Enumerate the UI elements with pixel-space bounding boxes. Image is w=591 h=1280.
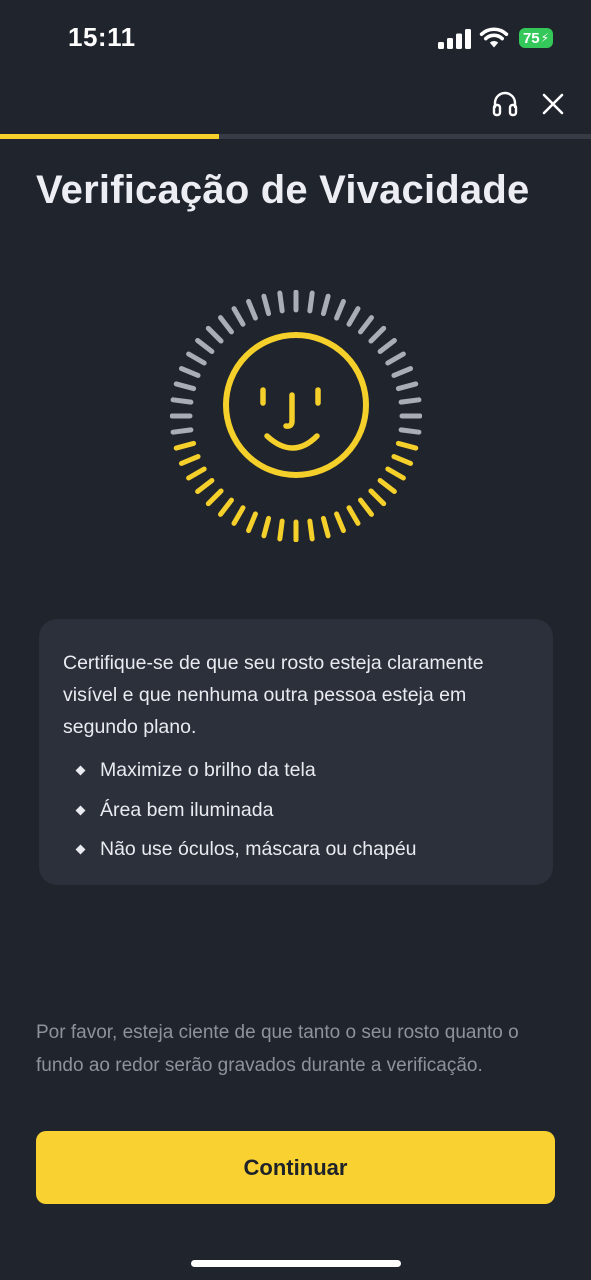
- tick-mark: [205, 325, 224, 344]
- bullet-icon: [75, 765, 86, 776]
- tick-mark: [277, 290, 285, 314]
- tick-mark: [346, 505, 361, 526]
- tick-mark: [261, 293, 272, 317]
- progress-fill: [0, 134, 219, 139]
- tick-mark: [277, 518, 285, 542]
- support-button[interactable]: [489, 88, 521, 120]
- home-indicator: [191, 1260, 401, 1267]
- bullet-icon: [75, 805, 86, 816]
- tick-mark: [320, 293, 331, 317]
- recording-notice: Por favor, esteja ciente de que tanto o …: [36, 1022, 519, 1076]
- tick-mark: [391, 366, 414, 378]
- tick-mark: [358, 315, 374, 335]
- tick-mark: [368, 488, 387, 507]
- tick-mark: [195, 338, 215, 354]
- continue-button[interactable]: Continuar: [36, 1131, 555, 1204]
- tick-mark: [246, 298, 258, 321]
- tick-mark: [391, 454, 414, 466]
- tip-item: Maximize o brilho da tela: [63, 751, 529, 791]
- tick-mark: [231, 505, 246, 526]
- tick-mark: [307, 518, 315, 542]
- tick-mark: [170, 427, 194, 435]
- tick-mark: [173, 440, 197, 451]
- bullet-icon: [75, 844, 86, 855]
- tip-item: Não use óculos, máscara ou chapéu: [63, 830, 529, 870]
- battery-level: 75: [522, 29, 540, 47]
- tick-mark: [377, 338, 397, 354]
- tick-mark: [231, 306, 246, 327]
- liveness-face-graphic: [170, 290, 422, 542]
- status-time: 15:11: [68, 22, 136, 52]
- tip-text: Área bem iluminada: [100, 798, 274, 821]
- tick-mark: [346, 306, 361, 327]
- tick-ring: [170, 290, 422, 542]
- tick-mark: [205, 488, 224, 507]
- header-actions: [489, 88, 569, 120]
- tick-mark: [178, 454, 201, 466]
- instructions-text: Certifique-se de que seu rosto esteja cl…: [63, 652, 484, 738]
- tick-mark: [385, 466, 406, 481]
- tick-mark: [385, 351, 406, 366]
- tick-mark: [368, 325, 387, 344]
- tip-text: Não use óculos, máscara ou chapéu: [100, 838, 417, 861]
- tick-mark: [218, 315, 234, 335]
- close-icon: [542, 93, 564, 115]
- tick-mark: [261, 515, 272, 539]
- instructions-card: Certifique-se de que seu rosto esteja cl…: [39, 619, 553, 885]
- tick-mark: [395, 440, 419, 451]
- tick-mark: [334, 298, 346, 321]
- close-button[interactable]: [537, 88, 569, 120]
- tick-mark: [186, 466, 207, 481]
- wifi-icon: [479, 27, 509, 48]
- tip-text: Maximize o brilho da tela: [100, 759, 316, 782]
- tick-mark: [307, 290, 315, 314]
- tick-mark: [186, 351, 207, 366]
- tick-mark: [395, 381, 419, 392]
- tick-mark: [398, 397, 422, 405]
- tick-mark: [320, 515, 331, 539]
- tick-mark: [398, 427, 422, 435]
- tick-mark: [377, 478, 397, 494]
- cellular-signal-icon: [438, 29, 471, 49]
- tick-mark: [195, 478, 215, 494]
- battery-charging-icon: 75 ⚡: [519, 28, 553, 48]
- status-bar: 15:11 75 ⚡: [0, 0, 591, 80]
- page-title: Verificação de Vivacidade: [36, 168, 530, 212]
- tick-mark: [334, 511, 346, 534]
- tick-mark: [246, 511, 258, 534]
- progress-bar: [0, 134, 591, 139]
- tip-item: Área bem iluminada: [63, 791, 529, 831]
- smiley-face-icon: [223, 332, 369, 478]
- tips-list: Maximize o brilho da tela Área bem ilumi…: [63, 751, 529, 870]
- tick-mark: [178, 366, 201, 378]
- headset-icon: [492, 91, 518, 117]
- tick-mark: [170, 397, 194, 405]
- tick-mark: [358, 497, 374, 517]
- tick-mark: [173, 381, 197, 392]
- tick-mark: [218, 497, 234, 517]
